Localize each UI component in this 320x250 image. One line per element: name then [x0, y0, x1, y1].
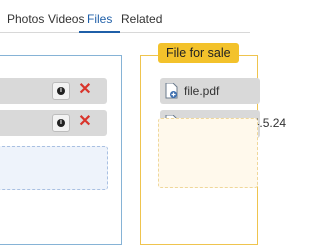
file-row: i ✕	[0, 110, 107, 136]
close-icon[interactable]: ✕	[78, 80, 92, 100]
tab-bar: Photos Videos Files Related	[0, 8, 250, 33]
drop-zone[interactable]	[158, 118, 258, 188]
tab-files[interactable]: Files	[78, 8, 121, 33]
drop-zone[interactable]	[0, 146, 108, 190]
file-row: i ✕	[0, 78, 107, 104]
tab-videos[interactable]: Videos	[48, 8, 84, 31]
info-button[interactable]: i	[52, 82, 70, 100]
file-row[interactable]: file.pdf	[160, 78, 260, 104]
file-name: file.pdf	[184, 84, 220, 98]
info-button[interactable]: i	[52, 114, 70, 132]
file-add-icon	[165, 83, 178, 99]
info-icon: i	[57, 87, 65, 95]
file-for-sale-badge: File for sale	[158, 43, 239, 63]
tab-related[interactable]: Related	[121, 8, 162, 31]
info-icon: i	[57, 119, 65, 127]
close-icon[interactable]: ✕	[78, 112, 92, 132]
tab-photos[interactable]: Photos	[7, 8, 44, 31]
